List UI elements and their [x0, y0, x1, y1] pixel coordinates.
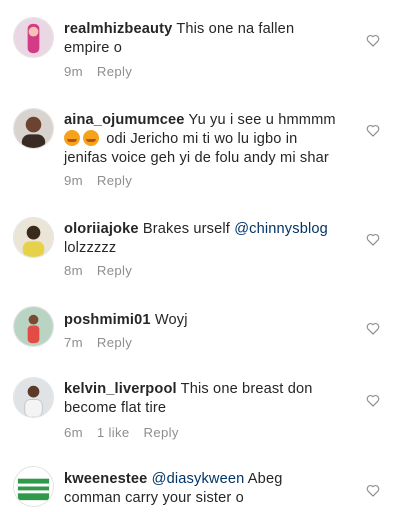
- like-count[interactable]: 1 like: [97, 425, 130, 440]
- heart-outline-icon[interactable]: [366, 124, 380, 137]
- username[interactable]: kelvin_liverpool: [64, 381, 177, 397]
- reply-button[interactable]: Reply: [97, 173, 132, 188]
- avatar[interactable]: [13, 466, 54, 507]
- reply-button[interactable]: Reply: [97, 64, 132, 79]
- reply-button[interactable]: Reply: [97, 263, 132, 278]
- heart-outline-icon[interactable]: [366, 394, 380, 407]
- comment-text: Brakes urself: [142, 221, 230, 237]
- comment-text: empire o: [64, 40, 122, 56]
- timestamp: 8m: [64, 263, 83, 278]
- comment-text: Abeg: [247, 471, 283, 487]
- comment-text: This one na fallen: [176, 21, 295, 37]
- heart-outline-icon[interactable]: [366, 34, 380, 47]
- timestamp: 9m: [64, 173, 83, 188]
- comment-text: This one breast don: [180, 381, 313, 397]
- mention-link[interactable]: @diasykween: [152, 471, 245, 487]
- avatar[interactable]: [13, 377, 54, 418]
- avatar[interactable]: [13, 306, 54, 347]
- username[interactable]: realmhizbeauty: [64, 21, 172, 37]
- username[interactable]: oloriiajoke: [64, 221, 139, 237]
- heart-outline-icon[interactable]: [366, 322, 380, 335]
- heart-outline-icon[interactable]: [366, 484, 380, 497]
- username[interactable]: kweenestee: [64, 471, 147, 487]
- face-emoji-icon: [64, 130, 80, 146]
- comment-text: Woyj: [154, 312, 188, 328]
- comment-text: odi Jericho mi ti wo lu igbo in: [106, 131, 298, 147]
- avatar[interactable]: [13, 217, 54, 258]
- avatar[interactable]: [13, 17, 54, 58]
- timestamp: 6m: [64, 425, 83, 440]
- comment-text: comman carry your sister o: [64, 490, 244, 506]
- heart-outline-icon[interactable]: [366, 233, 380, 246]
- mention-link[interactable]: @chinnysblog: [234, 221, 328, 237]
- reply-button[interactable]: Reply: [144, 425, 179, 440]
- username[interactable]: poshmimi01: [64, 312, 151, 328]
- avatar[interactable]: [13, 108, 54, 149]
- comment-text: lolzzzzz: [64, 240, 117, 256]
- comment-text: jenifas voice geh yi de folu andy mi sha…: [64, 150, 329, 166]
- reply-button[interactable]: Reply: [97, 335, 132, 350]
- timestamp: 9m: [64, 64, 83, 79]
- comment-text: Yu yu i see u hmmmm: [188, 112, 336, 128]
- username[interactable]: aina_ojumumcee: [64, 112, 185, 128]
- face-emoji-icon: [83, 130, 99, 146]
- timestamp: 7m: [64, 335, 83, 350]
- comment-text: become flat tire: [64, 400, 167, 416]
